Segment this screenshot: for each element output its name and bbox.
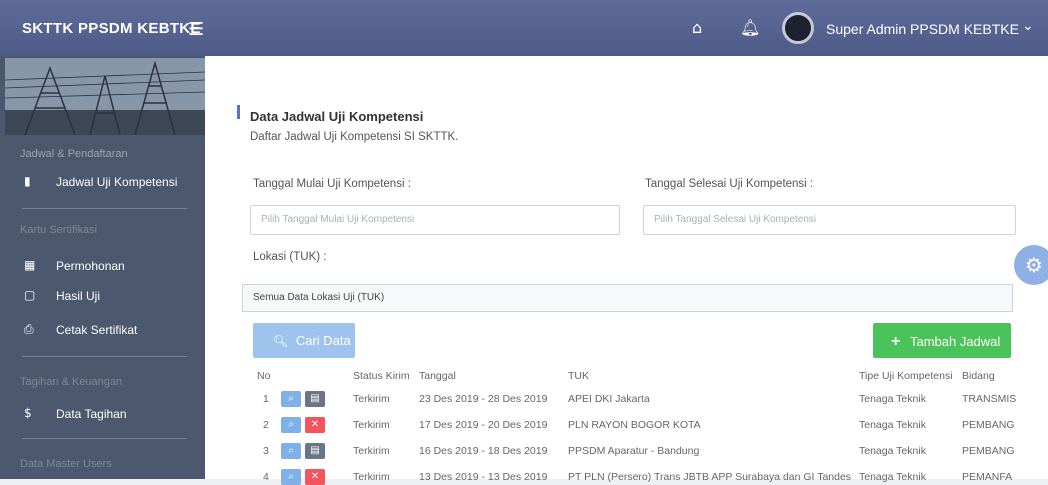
top-navbar: SKTTK PPSDM KEBTKE ☰ ⌂ 🔔︎ Super Admin PP…: [0, 0, 1048, 56]
sidebar: Jadwal & Pendaftaran ▮ Jadwal Uji Kompet…: [0, 56, 205, 479]
page-title: Data Jadwal Uji Kompetensi: [250, 109, 424, 124]
sidebar-item-cetak-sertifikat[interactable]: ⎙ Cetak Sertifikat: [10, 318, 195, 342]
end-date-input[interactable]: Pilih Tanggal Selesai Uji Kompetensi: [643, 205, 1016, 235]
column-header-tanggal: Tanggal: [419, 370, 456, 382]
location-label: Lokasi (TUK) :: [253, 251, 327, 263]
start-date-label: Tanggal Mulai Uji Kompetensi :: [253, 178, 411, 190]
cell-tuk: PT PLN (Persero) Trans JBTB APP Surabaya…: [568, 471, 852, 483]
id-card-icon: ▦: [24, 258, 36, 272]
divider: [22, 356, 187, 357]
cell-tuk: APEI DKI Jakarta: [568, 393, 650, 405]
cell-status: Terkirim: [353, 393, 390, 405]
cell-bidang: PEMBANG: [962, 445, 1015, 457]
section-label: Jadwal & Pendaftaran: [20, 148, 128, 160]
view-button[interactable]: ⌕: [281, 391, 301, 407]
start-date-input[interactable]: Pilih Tanggal Mulai Uji Kompetensi: [250, 205, 620, 235]
sidebar-item-label: Hasil Uji: [56, 289, 101, 303]
column-header-tuk: TUK: [568, 370, 589, 382]
cell-tipe: Tenaga Teknik: [859, 445, 926, 457]
sidebar-item-label: Cetak Sertifikat: [56, 323, 138, 337]
close-icon: ✕: [310, 471, 320, 482]
cell-tipe: Tenaga Teknik: [859, 393, 926, 405]
sidebar-item-data-tagihan[interactable]: $ Data Tagihan: [10, 402, 195, 426]
sidebar-item-hasil-uji[interactable]: ▢ Hasil Uji: [10, 284, 195, 308]
cell-tipe: Tenaga Teknik: [859, 419, 926, 431]
print-icon: ⎙: [24, 322, 34, 336]
cell-bidang: TRANSMIS: [962, 393, 1017, 405]
column-header-no: No: [257, 370, 271, 382]
column-header-bidang: Bidang: [962, 370, 995, 382]
cell-bidang: PEMANFA: [962, 471, 1013, 483]
view-button[interactable]: ⌕: [281, 417, 301, 433]
sidebar-item-label: Permohonan: [56, 259, 125, 273]
archive-icon: ▤: [310, 445, 320, 456]
archive-icon: ▤: [310, 393, 320, 404]
cell-no: 1: [263, 393, 269, 405]
search-icon: 🔍︎: [273, 334, 289, 348]
cell-tuk: PPSDM Aparatur - Bandung: [568, 445, 700, 457]
search-icon: ⌕: [288, 419, 294, 430]
hamburger-icon[interactable]: ☰: [188, 19, 204, 40]
section-label: Data Master Users: [20, 458, 112, 470]
add-schedule-button[interactable]: + Tambah Jadwal: [873, 323, 1011, 358]
divider: [22, 208, 187, 209]
sidebar-item-label: Data Tagihan: [56, 407, 127, 421]
end-date-label: Tanggal Selesai Uji Kompetensi :: [645, 178, 814, 190]
section-label: Kartu Sertifikasi: [20, 224, 98, 236]
view-button[interactable]: ⌕: [281, 443, 301, 459]
cell-no: 2: [263, 419, 269, 431]
column-header-status: Status Kirim: [353, 370, 410, 382]
bell-icon[interactable]: 🔔︎: [740, 18, 760, 37]
close-icon: ✕: [310, 419, 320, 430]
delete-button[interactable]: ✕: [305, 469, 325, 485]
add-button-label: Tambah Jadwal: [909, 334, 1001, 349]
sidebar-item-permohonan[interactable]: ▦ Permohonan: [10, 254, 195, 278]
chevron-down-icon[interactable]: ⌄: [1022, 18, 1034, 34]
column-header-tipe: Tipe Uji Kompetensi: [859, 370, 953, 382]
cell-status: Terkirim: [353, 471, 390, 483]
view-button[interactable]: ⌕: [281, 469, 301, 485]
section-label: Tagihan & Keuangan: [20, 376, 123, 388]
title-accent-bar: [237, 105, 240, 119]
settings-gear-button[interactable]: ⚙: [1014, 245, 1048, 285]
location-select[interactable]: Semua Data Lokasi Uji (TUK): [242, 284, 1013, 312]
cell-tanggal: 17 Des 2019 - 20 Des 2019: [419, 419, 548, 431]
page-subtitle: Daftar Jadwal Uji Kompetensi SI SKTTK.: [250, 131, 459, 143]
gear-icon: ⚙: [1025, 253, 1043, 277]
sidebar-item-jadwal[interactable]: ▮ Jadwal Uji Kompetensi: [10, 170, 195, 194]
edit-button[interactable]: ▤: [305, 391, 325, 407]
cell-tanggal: 23 Des 2019 - 28 Des 2019: [419, 393, 548, 405]
cell-no: 3: [263, 445, 269, 457]
cell-tipe: Tenaga Teknik: [859, 471, 926, 483]
sidebar-banner-image: [5, 58, 205, 135]
cell-tanggal: 16 Des 2019 - 18 Des 2019: [419, 445, 548, 457]
search-button-label: Cari Data: [295, 333, 351, 348]
user-name[interactable]: Super Admin PPSDM KEBTKE: [826, 21, 1019, 37]
search-icon: ⌕: [288, 445, 294, 456]
sidebar-item-label: Jadwal Uji Kompetensi: [56, 175, 178, 189]
brand-title[interactable]: SKTTK PPSDM KEBTKE: [22, 20, 201, 37]
search-icon: ⌕: [288, 393, 294, 404]
cell-tanggal: 13 Des 2019 - 13 Des 2019: [419, 471, 548, 483]
main-content: Data Jadwal Uji Kompetensi Daftar Jadwal…: [205, 56, 1048, 485]
edit-button[interactable]: ▤: [305, 443, 325, 459]
cell-status: Terkirim: [353, 419, 390, 431]
cell-status: Terkirim: [353, 445, 390, 457]
cell-bidang: PEMBANG: [962, 419, 1015, 431]
divider: [22, 438, 187, 439]
cell-no: 4: [263, 471, 269, 483]
delete-button[interactable]: ✕: [305, 417, 325, 433]
home-icon[interactable]: ⌂: [692, 18, 702, 37]
document-icon: ▮: [24, 174, 31, 188]
search-button[interactable]: 🔍︎ Cari Data: [253, 323, 355, 358]
dollar-icon: $: [24, 406, 32, 420]
search-icon: ⌕: [288, 471, 294, 482]
monitor-icon: ▢: [24, 288, 36, 302]
plus-icon: +: [891, 333, 901, 350]
cell-tuk: PLN RAYON BOGOR KOTA: [568, 419, 701, 431]
avatar[interactable]: [782, 12, 814, 44]
